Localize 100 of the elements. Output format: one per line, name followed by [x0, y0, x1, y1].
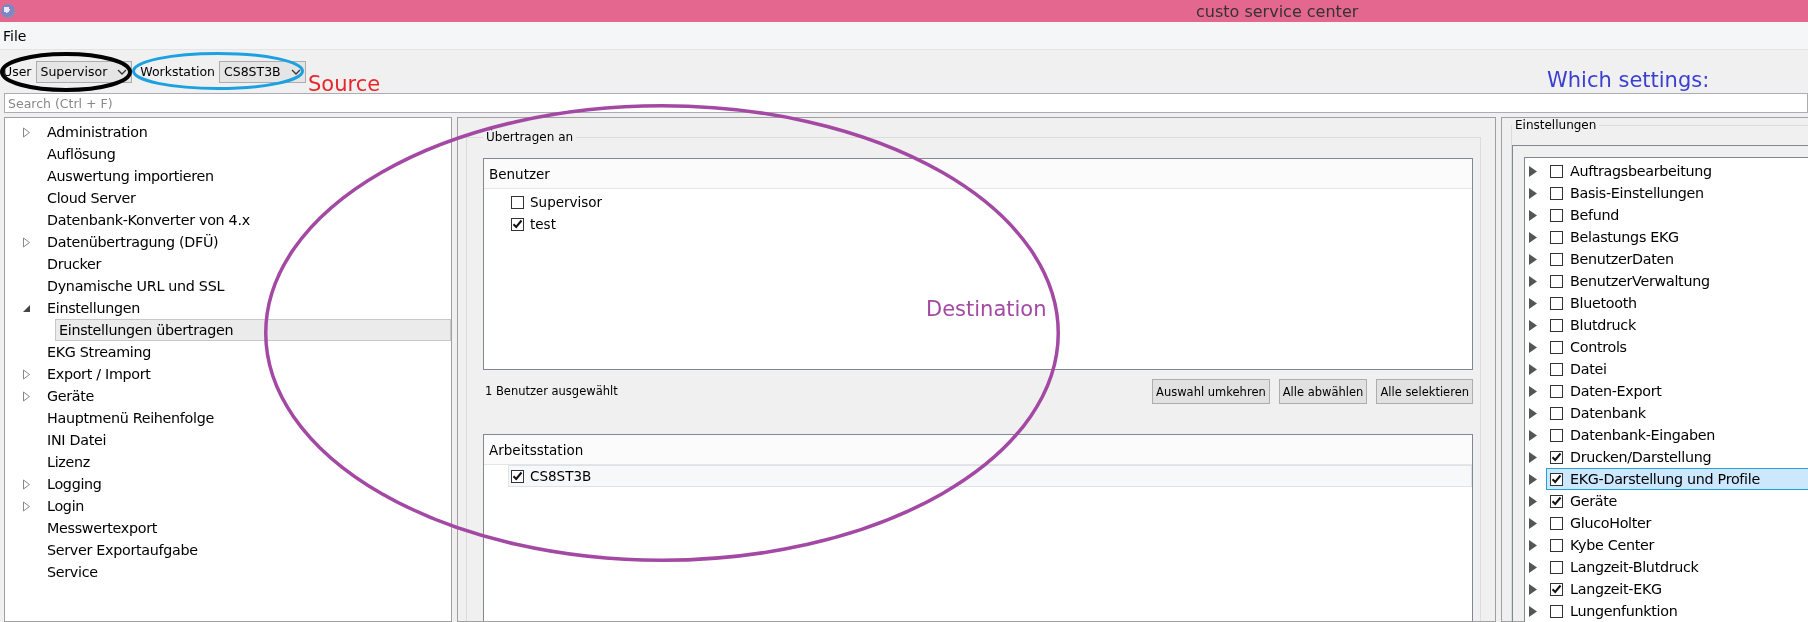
tree-item[interactable]: Dynamische URL und SSL — [43, 275, 451, 297]
tree-item[interactable]: Einstellungen übertragen — [55, 319, 451, 341]
action-button[interactable]: Auswahl umkehren — [1152, 379, 1270, 404]
checkbox[interactable] — [1550, 384, 1563, 398]
settings-item[interactable]: GlucoHolter — [1546, 512, 1808, 534]
expand-arrow-icon[interactable] — [1529, 165, 1537, 177]
expand-arrow-icon[interactable] — [1529, 429, 1537, 441]
expand-arrow-icon[interactable] — [1529, 517, 1537, 529]
checkbox[interactable] — [1550, 362, 1563, 376]
expand-arrow-icon[interactable] — [1529, 583, 1537, 595]
expand-arrow-icon[interactable] — [1529, 605, 1537, 617]
expand-arrow-icon[interactable] — [1529, 451, 1537, 463]
expand-arrow-icon[interactable] — [1529, 275, 1537, 287]
user-dropdown[interactable]: Supervisor — [35, 60, 133, 83]
settings-item[interactable]: Basis-Einstellungen — [1546, 182, 1808, 204]
checkbox[interactable] — [1550, 252, 1563, 266]
settings-item[interactable]: Langzeit-EKG — [1546, 578, 1808, 600]
tree-item[interactable]: Einstellungen — [43, 297, 451, 319]
tree-item[interactable]: Auswertung importieren — [43, 165, 451, 187]
expand-arrow-icon[interactable] — [22, 236, 31, 248]
tree-item[interactable]: Lizenz — [43, 451, 451, 473]
expand-arrow-icon[interactable] — [22, 500, 31, 512]
tree-item[interactable]: Export / Import — [43, 363, 451, 385]
expand-arrow-icon[interactable] — [1529, 209, 1537, 221]
expand-arrow-icon[interactable] — [1529, 231, 1537, 243]
expand-arrow-icon[interactable] — [1529, 539, 1537, 551]
settings-item[interactable]: Kybe Center — [1546, 534, 1808, 556]
tree-item[interactable]: Datenbank-Konverter von 4.x — [43, 209, 451, 231]
tree-item[interactable]: Drucker — [43, 253, 451, 275]
checkbox[interactable] — [1550, 186, 1563, 200]
tree-item[interactable]: Messwertexport — [43, 517, 451, 539]
checkbox[interactable] — [1550, 164, 1563, 178]
expand-arrow-icon[interactable] — [22, 478, 31, 490]
expand-arrow-icon[interactable] — [22, 368, 31, 380]
checkbox[interactable] — [511, 195, 524, 209]
expand-arrow-icon[interactable] — [1529, 253, 1537, 265]
settings-item[interactable]: Blutdruck — [1546, 314, 1808, 336]
action-button[interactable]: Alle abwählen — [1278, 379, 1368, 404]
settings-item[interactable]: Geräte — [1546, 490, 1808, 512]
checkbox[interactable] — [511, 469, 524, 483]
expand-arrow-icon[interactable] — [1529, 473, 1537, 485]
checkbox[interactable] — [1550, 230, 1563, 244]
tree-item[interactable]: Datenübertragung (DFÜ) — [43, 231, 451, 253]
settings-item[interactable]: Daten-Export — [1546, 380, 1808, 402]
settings-item[interactable]: Controls — [1546, 336, 1808, 358]
action-button[interactable]: Alle selektieren — [1376, 379, 1473, 404]
checkbox[interactable] — [1550, 340, 1563, 354]
tree-item[interactable]: EKG Streaming — [43, 341, 451, 363]
expand-arrow-icon[interactable] — [1529, 561, 1537, 573]
settings-item[interactable]: Befund — [1546, 204, 1808, 226]
settings-item[interactable]: Lungenfunktion — [1546, 600, 1808, 622]
checkbox[interactable] — [1550, 538, 1563, 552]
settings-item[interactable]: Belastungs EKG — [1546, 226, 1808, 248]
expand-arrow-icon[interactable] — [1529, 363, 1537, 375]
checkbox[interactable] — [1550, 604, 1563, 618]
expand-arrow-icon[interactable] — [22, 390, 31, 402]
expand-arrow-icon[interactable] — [1529, 407, 1537, 419]
checkbox[interactable] — [1550, 494, 1563, 508]
checkbox[interactable] — [1550, 274, 1563, 288]
expand-arrow-icon[interactable] — [1529, 319, 1537, 331]
settings-item[interactable]: Langzeit-Blutdruck — [1546, 556, 1808, 578]
checkbox[interactable] — [1550, 208, 1563, 222]
settings-item[interactable]: Drucken/Darstellung — [1546, 446, 1808, 468]
expand-arrow-icon[interactable] — [1529, 385, 1537, 397]
checkbox[interactable] — [1550, 516, 1563, 530]
tree-item[interactable]: Logging — [43, 473, 451, 495]
tree-item[interactable]: Login — [43, 495, 451, 517]
settings-item[interactable]: Auftragsbearbeitung — [1546, 160, 1808, 182]
settings-item[interactable]: Datenbank-Eingaben — [1546, 424, 1808, 446]
expand-arrow-icon[interactable] — [22, 126, 31, 138]
tree-item[interactable]: Hauptmenü Reihenfolge — [43, 407, 451, 429]
expand-arrow-icon[interactable] — [1529, 297, 1537, 309]
settings-item[interactable]: BenutzerVerwaltung — [1546, 270, 1808, 292]
settings-item[interactable]: BenutzerDaten — [1546, 248, 1808, 270]
tree-item[interactable]: Auflösung — [43, 143, 451, 165]
tree-item[interactable]: Server Exportaufgabe — [43, 539, 451, 561]
checkbox[interactable] — [1550, 428, 1563, 442]
settings-item[interactable]: Datenbank — [1546, 402, 1808, 424]
checkbox[interactable] — [1550, 472, 1563, 486]
expand-arrow-icon[interactable] — [1529, 187, 1537, 199]
checkbox[interactable] — [1550, 560, 1563, 574]
tree-item[interactable]: Administration — [43, 121, 451, 143]
expand-arrow-icon[interactable] — [1529, 341, 1537, 353]
checkbox[interactable] — [1550, 296, 1563, 310]
menu-item[interactable]: File — [0, 27, 30, 44]
tree-item[interactable]: INI Datei — [43, 429, 451, 451]
settings-item[interactable]: Datei — [1546, 358, 1808, 380]
tree-item[interactable]: Geräte — [43, 385, 451, 407]
tree-item[interactable]: Cloud Server — [43, 187, 451, 209]
settings-item[interactable]: EKG-Darstellung und Profile — [1546, 468, 1808, 490]
expand-arrow-icon[interactable] — [1529, 495, 1537, 507]
tree-item[interactable]: Service — [43, 561, 451, 583]
checkbox[interactable] — [511, 217, 524, 231]
checkbox[interactable] — [1550, 450, 1563, 464]
workstation-dropdown[interactable]: CS8ST3B — [218, 60, 306, 83]
checkbox[interactable] — [1550, 318, 1563, 332]
checkbox[interactable] — [1550, 582, 1563, 596]
settings-item[interactable]: Bluetooth — [1546, 292, 1808, 314]
search-field[interactable]: Search (Ctrl + F) — [4, 93, 1808, 113]
checkbox[interactable] — [1550, 406, 1563, 420]
